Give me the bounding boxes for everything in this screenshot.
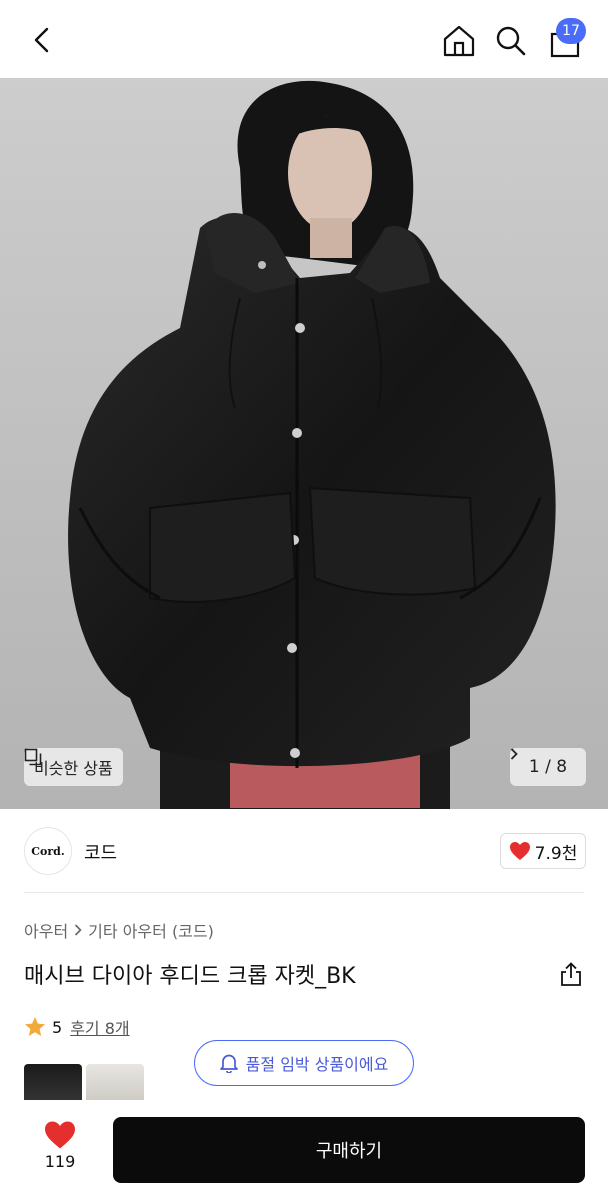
buy-button[interactable]: 구매하기 [113, 1117, 585, 1183]
bell-icon [219, 1054, 238, 1073]
cart-count-badge: 17 [556, 18, 586, 44]
chevron-right-icon [510, 748, 518, 760]
heart-icon [45, 1121, 75, 1149]
share-button[interactable] [556, 958, 586, 990]
breadcrumb: 아우터 기타 아우터 (코드) [24, 918, 214, 942]
model-photo [0, 78, 608, 809]
chevron-left-icon [34, 27, 49, 53]
divider [24, 892, 584, 893]
shop-row: Cord. 코드 7.9천 [0, 809, 608, 893]
review-thumbnail[interactable] [86, 1064, 144, 1100]
rating-value: 5 [52, 1017, 63, 1037]
search-icon [496, 26, 526, 56]
shop-like-button[interactable]: 7.9천 [500, 833, 586, 869]
share-icon [561, 962, 581, 986]
star-icon [25, 1017, 45, 1036]
product-title: 매시브 다이아 후디드 크롭 자켓_BK [24, 964, 356, 989]
soldout-notice: 품절 임박 상품이에요 [194, 1040, 414, 1086]
top-bar: 17 [0, 0, 608, 78]
similar-icon [24, 748, 42, 766]
back-button[interactable] [22, 20, 62, 60]
review-thumbnail[interactable] [24, 1064, 82, 1100]
home-icon [443, 25, 475, 57]
wishlist-count: 119 [44, 1152, 76, 1171]
wishlist-button[interactable]: 119 [30, 1120, 90, 1180]
home-button[interactable] [438, 20, 480, 62]
product-image[interactable]: 비슷한 상품 1 / 8 [0, 78, 608, 809]
image-counter: 1 / 8 [528, 757, 568, 777]
image-counter-button[interactable]: 1 / 8 [510, 748, 586, 786]
breadcrumb-item-outer[interactable]: 아우터 [24, 918, 68, 942]
reviews-link[interactable]: 후기 8개 [70, 1015, 129, 1039]
shop-name[interactable]: 코드 [84, 839, 117, 865]
shop-like-count: 7.9천 [534, 843, 578, 864]
chevron-right-icon [75, 924, 82, 936]
similar-products-label: 비슷한 상품 [34, 759, 113, 778]
similar-products-button[interactable]: 비슷한 상품 [24, 748, 123, 786]
soldout-label: 품절 임박 상품이에요 [245, 1055, 389, 1074]
shop-logo[interactable]: Cord. [24, 827, 72, 875]
rating-row: 5 후기 8개 [24, 1015, 130, 1039]
bottom-action-bar: 119 구매하기 [0, 1100, 608, 1200]
review-thumbnails [24, 1064, 144, 1100]
search-button[interactable] [490, 20, 532, 62]
breadcrumb-item-category[interactable]: 기타 아우터 (코드) [88, 918, 214, 942]
heart-icon [509, 842, 530, 860]
